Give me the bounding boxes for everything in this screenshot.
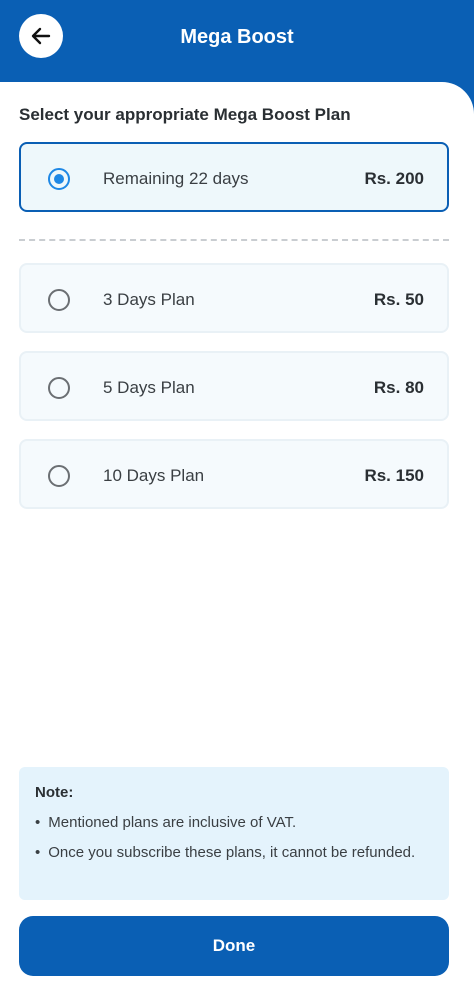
section-heading: Select your appropriate Mega Boost Plan [19,105,351,124]
plan-name: 10 Days Plan [103,466,205,485]
plan-option-current[interactable]: Remaining 22 days Rs. 200 [19,142,449,212]
radio-unselected-icon[interactable] [48,465,70,487]
note-text: Mentioned plans are inclusive of VAT. [48,814,297,831]
plan-price: Rs. 50 [373,290,424,309]
note-box: Note: • Mentioned plans are inclusive of … [19,767,449,900]
plan-option-5-days[interactable]: 5 Days Plan Rs. 80 [19,351,449,421]
note-line: • Mentioned plans are inclusive of VAT. [35,812,433,834]
plan-name: 5 Days Plan [103,378,195,397]
plan-option-10-days[interactable]: 10 Days Plan Rs. 150 [19,439,449,509]
radio-selected-icon[interactable] [48,168,70,190]
note-line: • Once you subscribe these plans, it cann… [35,842,433,864]
dashed-divider [19,239,449,241]
done-button[interactable]: Done [19,916,449,976]
radio-unselected-icon[interactable] [48,289,70,311]
plan-price: Rs. 80 [373,378,424,397]
bullet: • [35,844,41,861]
note-title: Note: [35,784,74,801]
plan-name: 3 Days Plan [103,290,195,309]
plan-price: Rs. 150 [364,466,424,485]
plan-selection-panel: Select your appropriate Mega Boost Plan … [0,82,474,995]
plan-option-3-days[interactable]: 3 Days Plan Rs. 50 [19,263,449,333]
bullet: • [35,814,41,831]
plan-price: Rs. 200 [364,169,424,188]
page-title: Mega Boost [180,26,294,48]
plan-name: Remaining 22 days [103,169,249,188]
radio-unselected-icon[interactable] [48,377,70,399]
note-text: Once you subscribe these plans, it canno… [48,844,416,861]
